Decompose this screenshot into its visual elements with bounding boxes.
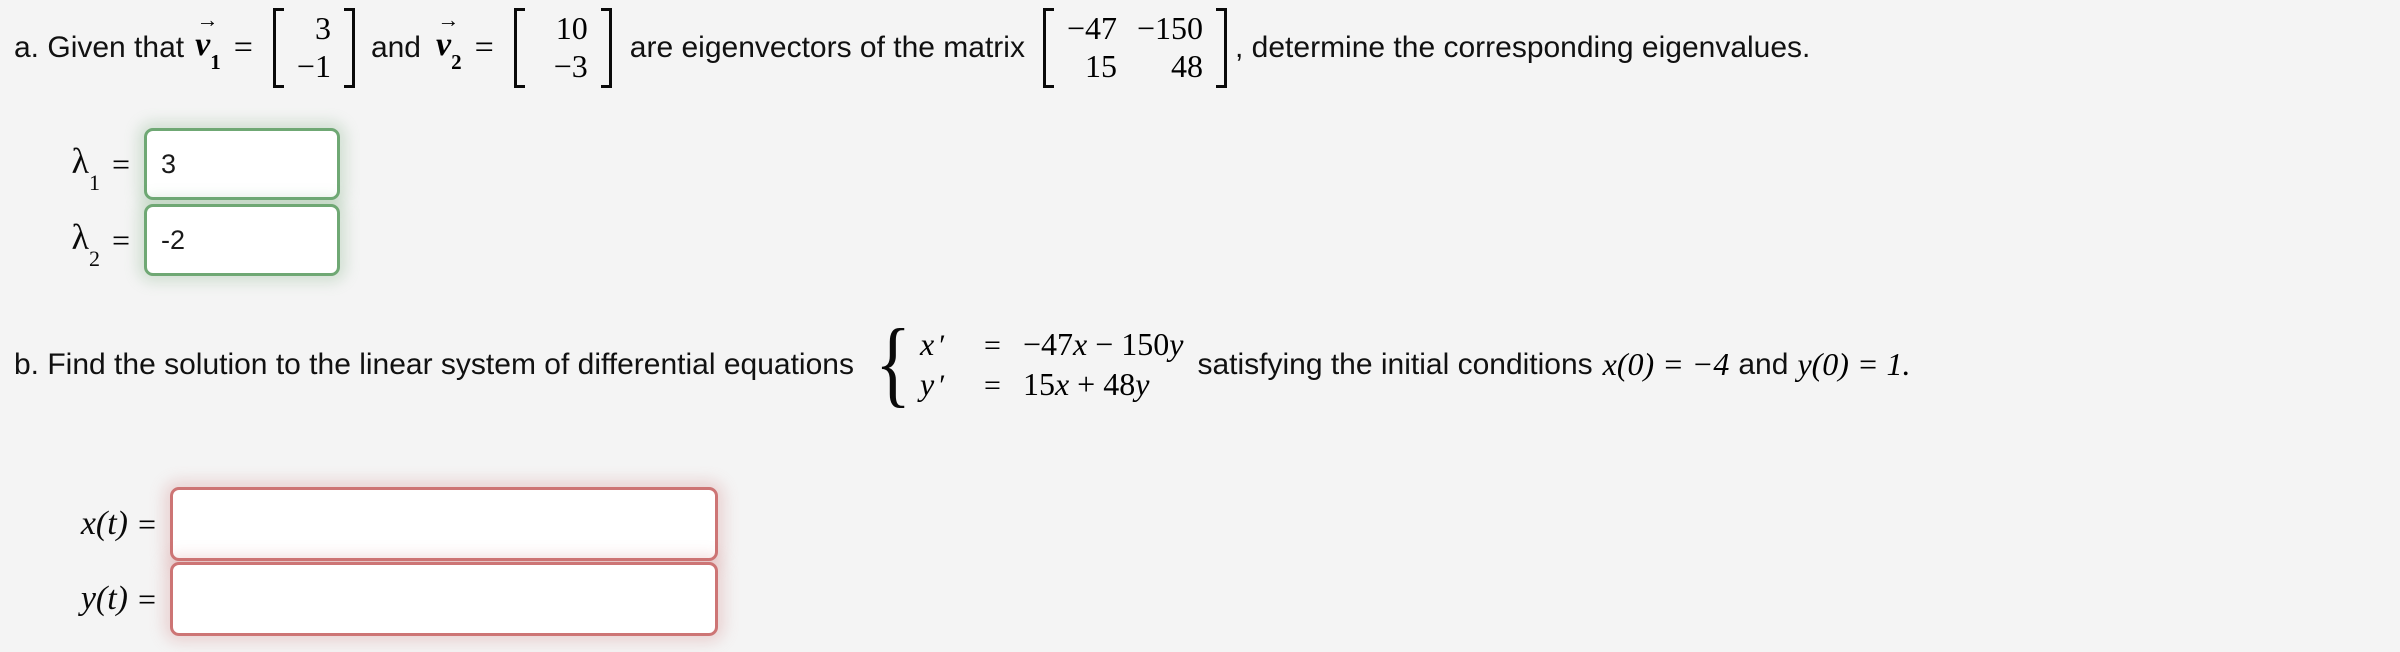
bracket-left-icon <box>272 8 284 88</box>
system-row-y: y ′ = 15x + 48y <box>920 365 1183 405</box>
vector-v1-matrix: 3 −1 <box>272 8 355 88</box>
initial-conditions-conjunction: and <box>1738 347 1789 381</box>
vector-arrow-icon: → <box>196 7 219 33</box>
eigenvalue-1-row: λ1 = <box>38 128 341 200</box>
system-row-y-equals: = <box>984 368 1001 402</box>
eigenvalue-1-input[interactable] <box>144 128 341 200</box>
problem-a-tail-text: , determine the corresponding eigenvalue… <box>1235 30 1811 64</box>
bracket-right-icon <box>1216 8 1228 88</box>
problem-b-tail-text: satisfying the initial conditions <box>1197 347 1593 381</box>
system-row-x-lhs: x ′ <box>920 326 946 362</box>
eigenvalue-2-input[interactable] <box>144 204 341 276</box>
problem-b-label: b. Find the solution to the linear syste… <box>14 347 854 381</box>
equals-sign: = <box>474 28 494 66</box>
matrix-cell-0-1: −150 <box>1136 10 1204 46</box>
initial-condition-x: x(0) = −4 <box>1602 346 1730 383</box>
lambda-1-label: λ1 <box>71 141 100 195</box>
vector-v1-entry-1: −1 <box>296 47 331 84</box>
vector-arrow-icon: → <box>437 7 460 33</box>
differential-system: { x ′ = −47x − 150y y ′ = 15x + 48y <box>870 308 1183 416</box>
solution-x-input[interactable] <box>170 487 719 561</box>
vector-v2-symbol: → v2 <box>436 7 462 75</box>
conjunction-and: and <box>370 30 421 64</box>
system-row-y-lhs: y ′ <box>920 365 946 402</box>
problem-a-statement: a. Given that → v1 = 3 −1 and → v2 = 10 −3 <box>14 8 1810 88</box>
vector-v2-entry-0: 10 <box>555 10 588 46</box>
system-row-x-equals: = <box>984 329 1001 362</box>
system-row-x-rhs: −47x − 150y <box>1022 326 1184 362</box>
solution-y-label: y(t) <box>80 580 128 617</box>
system-row-x: x ′ = −47x − 150y <box>920 325 1183 365</box>
solution-x-equals: = <box>138 505 157 542</box>
lambda-1-equals: = <box>112 145 131 182</box>
coefficient-matrix: −47 −150 15 48 <box>1042 8 1228 88</box>
matrix-cell-1-0: 15 <box>1085 47 1118 84</box>
solution-y-input[interactable] <box>170 562 719 636</box>
worksheet-page: a. Given that → v1 = 3 −1 and → v2 = 10 −3 <box>0 0 2400 652</box>
solution-x-row: x(t) = <box>18 487 719 561</box>
equals-sign: = <box>233 28 253 66</box>
problem-b-statement: b. Find the solution to the linear syste… <box>14 308 1911 416</box>
left-brace-icon: { <box>875 308 911 416</box>
problem-a-label: a. Given that <box>14 30 185 64</box>
matrix-cell-1-1: 48 <box>1171 47 1204 84</box>
bracket-right-icon <box>600 8 612 88</box>
eigenvalue-2-row: λ2 = <box>38 204 341 276</box>
problem-a-middle-text: are eigenvectors of the matrix <box>629 30 1025 64</box>
vector-v2-entry-1: −3 <box>553 47 588 84</box>
matrix-cell-0-0: −47 <box>1066 10 1118 46</box>
vector-v2-matrix: 10 −3 <box>513 8 612 88</box>
lambda-2-label: λ2 <box>71 217 100 271</box>
solution-y-equals: = <box>138 580 157 617</box>
vector-v1-symbol: → v1 <box>195 7 221 75</box>
bracket-right-icon <box>343 8 355 88</box>
lambda-2-equals: = <box>112 221 131 258</box>
system-row-y-rhs: 15x + 48y <box>1022 365 1150 402</box>
solution-y-row: y(t) = <box>18 562 719 636</box>
initial-condition-y: y(0) = 1. <box>1797 346 1911 383</box>
bracket-left-icon <box>1042 8 1054 88</box>
solution-x-label: x(t) <box>80 505 128 542</box>
vector-v1-entry-0: 3 <box>314 10 331 46</box>
bracket-left-icon <box>513 8 525 88</box>
